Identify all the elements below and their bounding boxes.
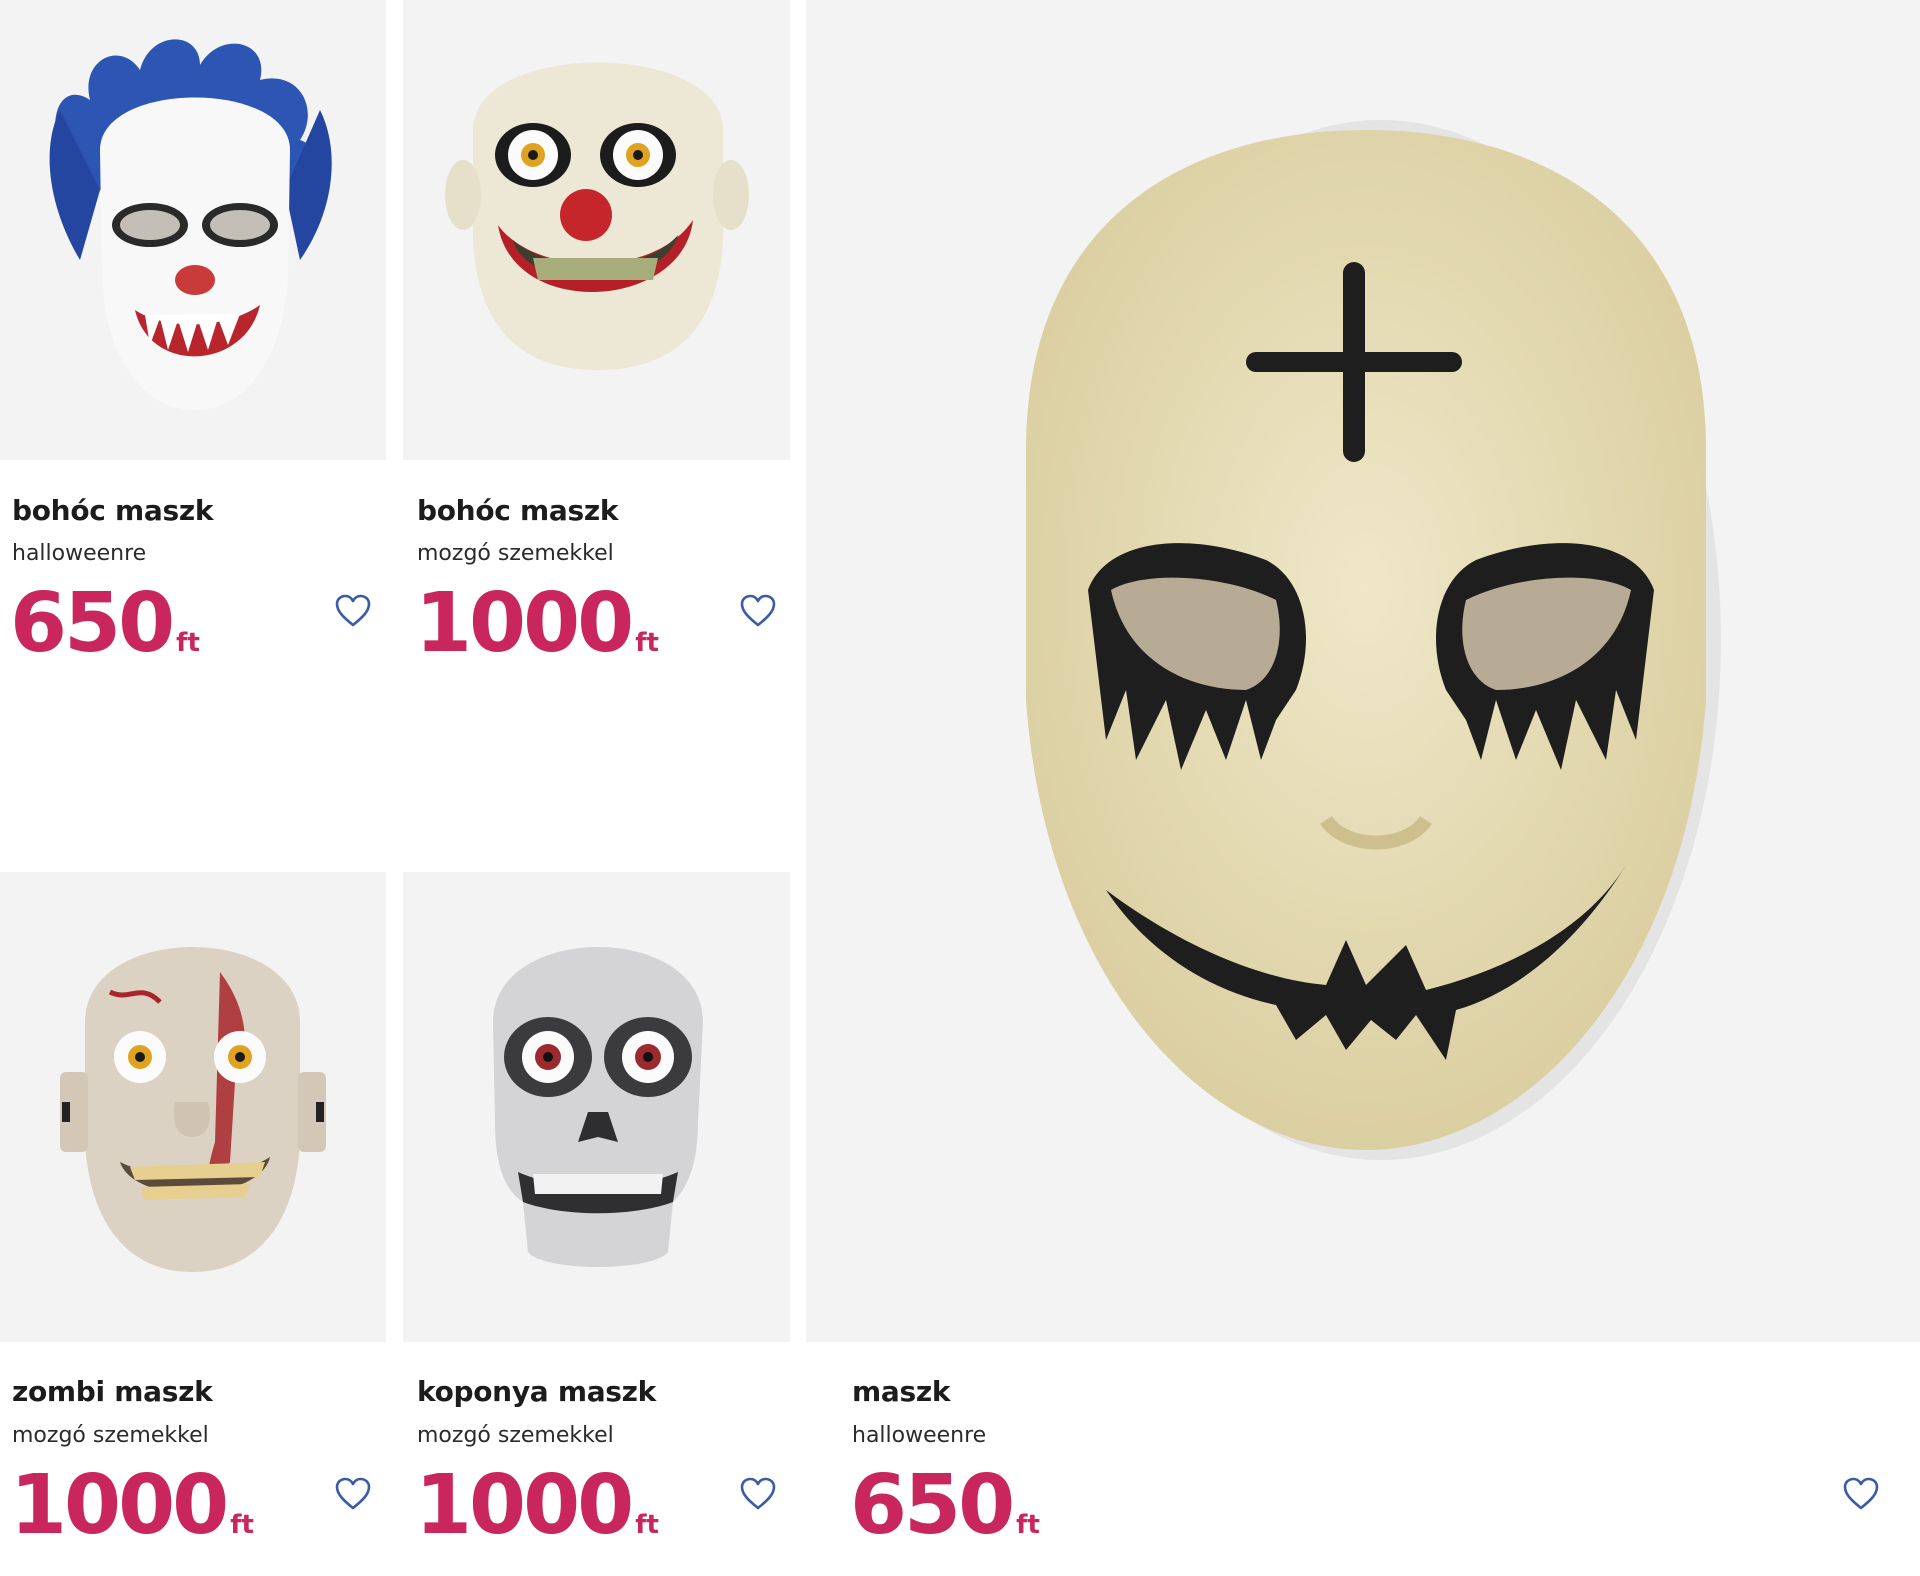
product-subtitle: mozgó szemekkel bbox=[12, 1423, 209, 1448]
skull-mask-icon bbox=[493, 947, 703, 1267]
price-value: 650 bbox=[850, 1458, 1015, 1553]
product-title[interactable]: maszk bbox=[852, 1375, 950, 1408]
price-currency: ft bbox=[635, 1510, 659, 1540]
price-currency: ft bbox=[230, 1510, 254, 1540]
product-title[interactable]: bohóc maszk bbox=[417, 494, 618, 527]
favorite-button[interactable] bbox=[333, 1474, 373, 1514]
product-card-zombie-mask[interactable]: zombi maszk mozgó szemekkel 1000 ft bbox=[0, 872, 386, 1576]
product-title[interactable]: koponya maszk bbox=[417, 1375, 656, 1408]
product-price: 650 ft bbox=[10, 583, 200, 665]
product-title[interactable]: bohóc maszk bbox=[12, 494, 213, 527]
product-card-blue-clown-mask[interactable]: bohóc maszk halloweenre 650 ft bbox=[0, 0, 386, 700]
heart-outline-icon bbox=[1843, 1477, 1879, 1510]
price-currency: ft bbox=[176, 628, 200, 658]
product-price: 1000 ft bbox=[10, 1465, 254, 1547]
product-subtitle: mozgó szemekkel bbox=[417, 1423, 614, 1448]
price-value: 1000 bbox=[10, 1458, 229, 1553]
product-image[interactable] bbox=[403, 0, 790, 460]
product-price: 650 ft bbox=[850, 1465, 1040, 1547]
zombie-mask-icon bbox=[60, 947, 326, 1272]
favorite-button[interactable] bbox=[333, 591, 373, 631]
heart-outline-icon bbox=[335, 1477, 371, 1510]
product-image[interactable] bbox=[806, 0, 1920, 1342]
product-price: 1000 ft bbox=[415, 1465, 659, 1547]
favorite-button[interactable] bbox=[738, 591, 778, 631]
grinning-clown-mask-icon bbox=[445, 62, 749, 370]
product-image[interactable] bbox=[0, 872, 386, 1342]
cross-face-mask-icon bbox=[1026, 120, 1721, 1160]
favorite-button[interactable] bbox=[738, 1474, 778, 1514]
heart-outline-icon bbox=[740, 594, 776, 627]
product-image[interactable] bbox=[0, 0, 386, 460]
product-card-skull-mask[interactable]: koponya maszk mozgó szemekkel 1000 ft bbox=[403, 872, 790, 1576]
product-card-grinning-clown-mask[interactable]: bohóc maszk mozgó szemekkel 1000 ft bbox=[403, 0, 790, 700]
heart-outline-icon bbox=[335, 594, 371, 627]
product-card-cross-mask[interactable]: maszk halloweenre 650 ft bbox=[806, 0, 1920, 1576]
heart-outline-icon bbox=[740, 1477, 776, 1510]
product-price: 1000 ft bbox=[415, 583, 659, 665]
favorite-button[interactable] bbox=[1841, 1474, 1881, 1514]
price-currency: ft bbox=[1016, 1510, 1040, 1540]
product-subtitle: halloweenre bbox=[12, 541, 147, 566]
price-value: 650 bbox=[10, 576, 175, 671]
price-currency: ft bbox=[635, 628, 659, 658]
product-title[interactable]: zombi maszk bbox=[12, 1375, 213, 1408]
product-subtitle: halloweenre bbox=[852, 1423, 987, 1448]
product-image[interactable] bbox=[403, 872, 790, 1342]
blue-hair-clown-mask-icon bbox=[49, 39, 332, 410]
product-subtitle: mozgó szemekkel bbox=[417, 541, 614, 566]
price-value: 1000 bbox=[415, 576, 634, 671]
price-value: 1000 bbox=[415, 1458, 634, 1553]
